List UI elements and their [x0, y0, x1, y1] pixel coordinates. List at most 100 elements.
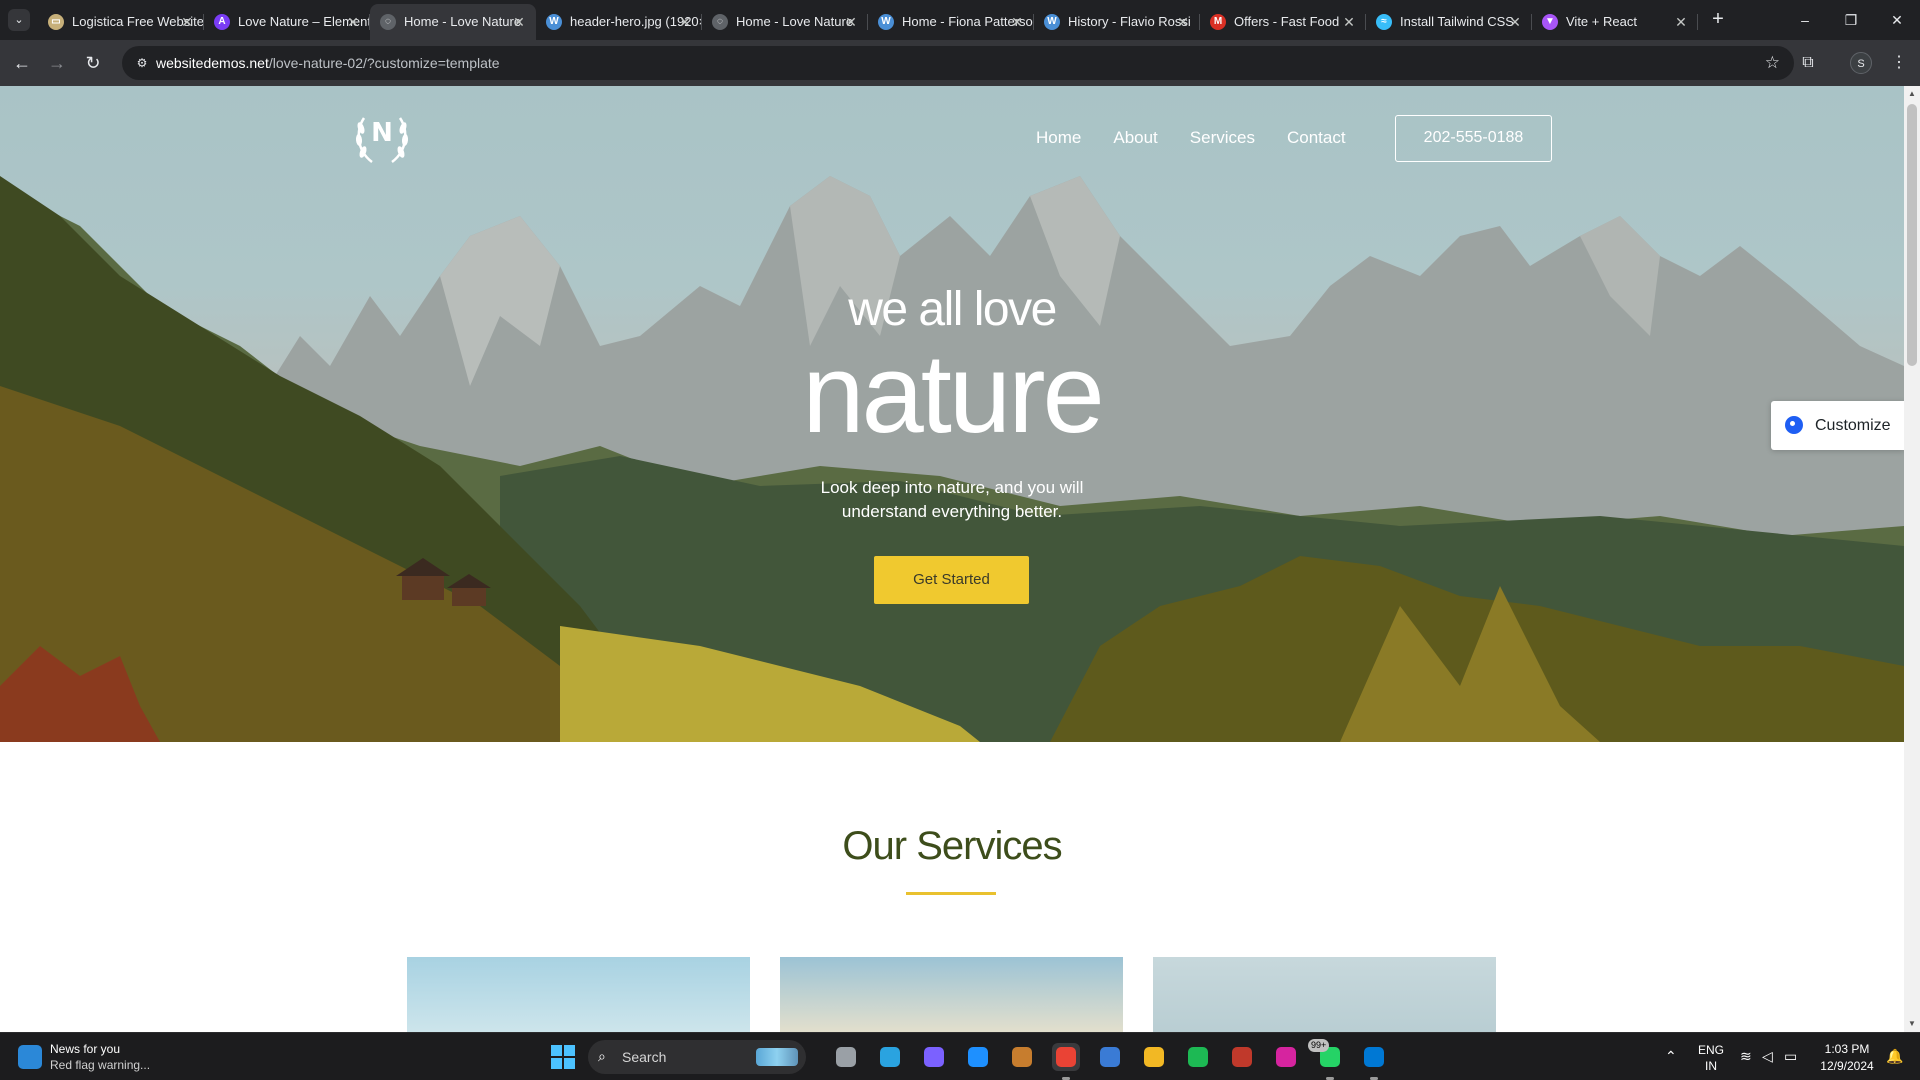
folder-icon-glyph: [1144, 1047, 1164, 1067]
hero-subtitle: Look deep into nature, and you will unde…: [820, 478, 1084, 521]
tab-close-icon[interactable]: ✕: [344, 4, 362, 40]
forward-icon[interactable]: →: [45, 51, 69, 75]
browser-tab[interactable]: W History - Flavio Rossi ✕: [1034, 4, 1200, 40]
browser-toolbar: ← → ↻ ⚙ websitedemos.net/love-nature-02/…: [0, 40, 1920, 86]
telegram-icon[interactable]: [876, 1043, 904, 1071]
tab-close-icon[interactable]: ✕: [1174, 4, 1192, 40]
windows-start-icon[interactable]: [551, 1045, 575, 1069]
news-icon: [18, 1045, 42, 1069]
back-icon[interactable]: ←: [10, 51, 34, 75]
news-title: News for you: [50, 1042, 121, 1056]
tab-close-icon[interactable]: ✕: [1008, 4, 1026, 40]
clock-date[interactable]: 12/9/2024: [1812, 1059, 1882, 1073]
tab-close-icon[interactable]: ✕: [178, 4, 196, 40]
browser-tab[interactable]: M Offers - Fast Food ✕: [1200, 4, 1366, 40]
url-host: websitedemos.net: [156, 55, 269, 71]
language-bottom[interactable]: IN: [1696, 1059, 1726, 1073]
minimize-button[interactable]: –: [1782, 0, 1828, 40]
scroll-down-icon[interactable]: ▼: [1904, 1016, 1920, 1032]
page-viewport: N Home About Services Contact 202-555-0188 …: [0, 86, 1920, 1032]
browser-tab[interactable]: ≈ Install Tailwind CSS ✕: [1366, 4, 1532, 40]
windows-taskbar: News for you Red flag warning... ⌕ Searc…: [0, 1032, 1920, 1080]
browser-tab[interactable]: ▼ Vite + React ✕: [1532, 4, 1698, 40]
language-top[interactable]: ENG: [1696, 1043, 1726, 1057]
browser-tab[interactable]: ▭ Logistica Free Website ✕: [38, 4, 204, 40]
vscode-icon[interactable]: [1360, 1043, 1388, 1071]
hero-kicker: we all love: [848, 283, 1057, 336]
edge-icon-glyph: [968, 1047, 988, 1067]
palette-icon: [1785, 416, 1803, 434]
app-icon[interactable]: [1228, 1043, 1256, 1071]
tab-favicon-icon: ▼: [1542, 14, 1558, 30]
service-card-image[interactable]: [407, 957, 750, 1032]
browser-tab[interactable]: ◌ Home - Love Nature ✕: [702, 4, 868, 40]
instagram-icon-glyph: [1276, 1047, 1296, 1067]
instagram-icon[interactable]: [1272, 1043, 1300, 1071]
copilot-icon-glyph: [924, 1047, 944, 1067]
copilot-icon[interactable]: [920, 1043, 948, 1071]
spotify-icon[interactable]: [1184, 1043, 1212, 1071]
hero-title: nature: [802, 331, 1105, 456]
file-explorer-icon[interactable]: [832, 1043, 860, 1071]
scroll-up-icon[interactable]: ▲: [1904, 86, 1920, 102]
tab-strip: ▭ Logistica Free Website ✕ A Love Nature – E…: [38, 4, 1698, 40]
tab-close-icon[interactable]: ✕: [676, 4, 694, 40]
service-card-image[interactable]: [780, 957, 1123, 1032]
nav-link-home[interactable]: Home: [1036, 126, 1081, 150]
tab-close-icon[interactable]: ✕: [1672, 4, 1690, 40]
game-icon[interactable]: [1008, 1043, 1036, 1071]
vscode-icon-glyph: [1364, 1047, 1384, 1067]
wifi-icon[interactable]: ≋: [1740, 1047, 1752, 1065]
hero-section: N Home About Services Contact 202-555-0188 …: [0, 86, 1904, 742]
browser-tab[interactable]: Wheader-hero.jpg (1920×1280)✕: [536, 4, 702, 40]
new-tab-button[interactable]: +: [1706, 8, 1730, 32]
tab-favicon-icon: ◌: [712, 14, 728, 30]
clock-time[interactable]: 1:03 PM: [1812, 1042, 1882, 1056]
tab-close-icon[interactable]: ✕: [842, 4, 860, 40]
heading-divider: [906, 892, 996, 895]
extensions-icon[interactable]: ⧉: [1796, 51, 1820, 75]
reload-icon[interactable]: ↻: [81, 51, 105, 75]
tray-overflow-icon[interactable]: ⌃: [1665, 1047, 1677, 1065]
close-window-button[interactable]: ✕: [1874, 0, 1920, 40]
site-logo[interactable]: N: [350, 110, 414, 170]
tab-title: History - Flavio Rossi: [1068, 14, 1191, 29]
chrome-icon[interactable]: [1052, 1043, 1080, 1071]
game-icon-glyph: [1012, 1047, 1032, 1067]
browser-tab[interactable]: ◌ Home - Love Nature ✕: [370, 4, 536, 40]
store-icon[interactable]: [1096, 1043, 1124, 1071]
service-card-image[interactable]: [1153, 957, 1496, 1032]
battery-icon[interactable]: ▭: [1784, 1047, 1797, 1065]
address-bar[interactable]: ⚙ websitedemos.net/love-nature-02/?custo…: [122, 46, 1794, 80]
nav-link-services[interactable]: Services: [1190, 126, 1255, 150]
scrollbar-thumb[interactable]: [1907, 104, 1917, 366]
notification-bell-icon[interactable]: 🔔: [1886, 1047, 1903, 1065]
get-started-button[interactable]: Get Started: [874, 556, 1029, 604]
volume-icon[interactable]: ◁: [1762, 1047, 1773, 1065]
tab-search-chevron-icon[interactable]: ⌄: [8, 9, 30, 31]
search-label: Search: [622, 1049, 667, 1065]
search-highlight-image: [756, 1048, 798, 1066]
restore-button[interactable]: ❐: [1828, 0, 1874, 40]
phone-button[interactable]: 202-555-0188: [1395, 115, 1552, 162]
taskbar-search[interactable]: ⌕ Search: [588, 1040, 806, 1074]
tab-close-icon[interactable]: ✕: [510, 4, 528, 40]
tab-title: Home - Love Nature: [736, 14, 854, 29]
customize-button[interactable]: Customize: [1771, 401, 1904, 450]
news-widget[interactable]: News for you Red flag warning...: [18, 1041, 218, 1075]
browser-menu-icon[interactable]: ⋮: [1887, 51, 1911, 75]
url-text[interactable]: websitedemos.net/love-nature-02/?customi…: [156, 46, 500, 80]
tab-favicon-icon: ≈: [1376, 14, 1392, 30]
spotify-icon-glyph: [1188, 1047, 1208, 1067]
browser-tab[interactable]: A Love Nature – Elementor ✕: [204, 4, 370, 40]
nav-link-contact[interactable]: Contact: [1287, 126, 1346, 150]
site-info-icon[interactable]: ⚙: [134, 55, 150, 71]
edge-icon[interactable]: [964, 1043, 992, 1071]
tab-close-icon[interactable]: ✕: [1506, 4, 1524, 40]
folder-icon[interactable]: [1140, 1043, 1168, 1071]
tab-close-icon[interactable]: ✕: [1340, 4, 1358, 40]
nav-link-about[interactable]: About: [1113, 126, 1157, 150]
browser-tab[interactable]: W Home - Fiona Patterson ✕: [868, 4, 1034, 40]
profile-avatar[interactable]: S: [1850, 52, 1872, 74]
bookmark-star-icon[interactable]: ☆: [1765, 53, 1780, 73]
